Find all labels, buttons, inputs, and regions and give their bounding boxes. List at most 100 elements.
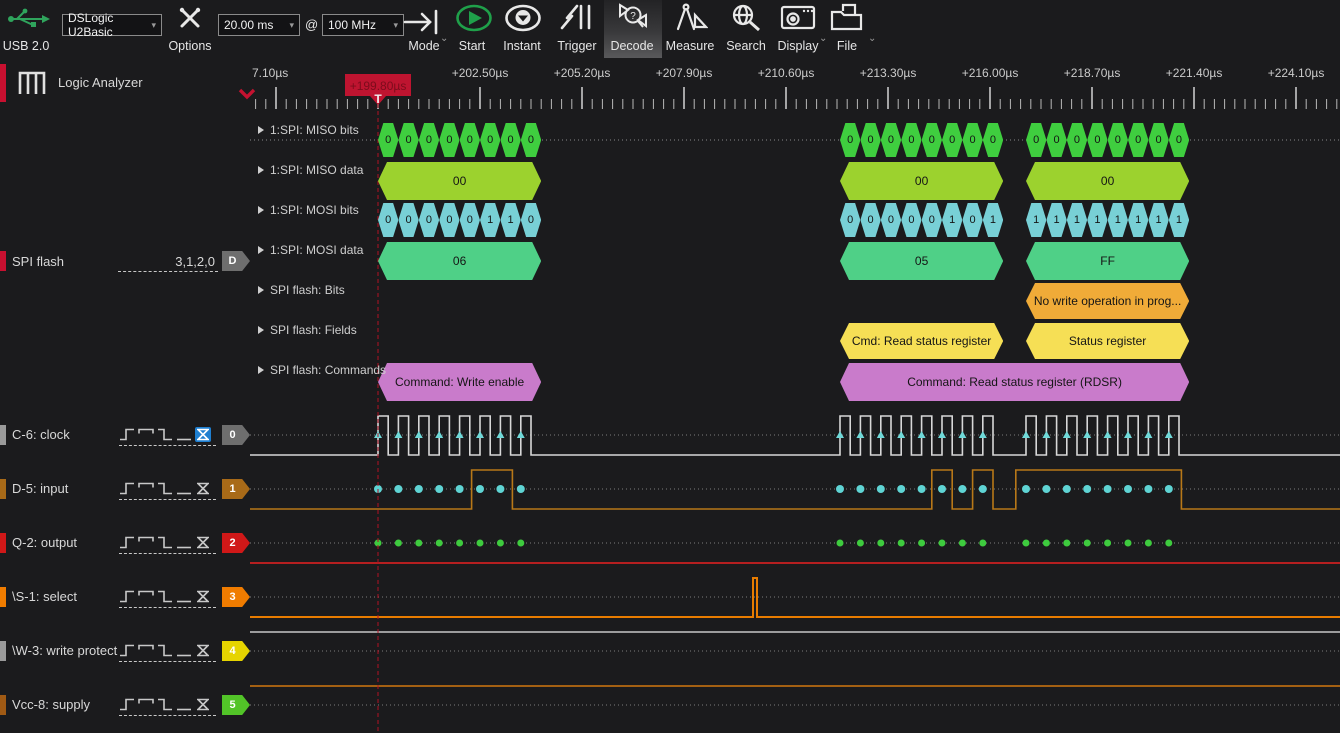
- decoder-annotation: Command: Write enable: [378, 363, 541, 401]
- channel-badge[interactable]: 5: [222, 695, 250, 715]
- trigger-fall-icon[interactable]: [157, 481, 173, 496]
- decoder-row-label[interactable]: SPI flash: Bits: [258, 283, 345, 299]
- instant-button[interactable]: Instant: [493, 0, 551, 58]
- trigger-low-icon[interactable]: [176, 643, 192, 658]
- decoder-row-label[interactable]: 1:SPI: MOSI data: [258, 243, 363, 259]
- channel-badge[interactable]: 4: [222, 641, 250, 661]
- trigger-edge-icon[interactable]: [195, 697, 211, 712]
- channel-name-label[interactable]: D-5: input: [12, 481, 68, 496]
- channel-name-label[interactable]: Q-2: output: [12, 535, 77, 550]
- decoder-bit-annotation: 0: [942, 123, 962, 157]
- decoder-annotation: 05: [840, 242, 1003, 280]
- trigger-edge-icon[interactable]: [195, 535, 211, 550]
- chevron-down-icon: ⌄: [868, 33, 876, 44]
- channel-badge[interactable]: 3: [222, 587, 250, 607]
- trigger-rise-icon[interactable]: [119, 481, 135, 496]
- expand-triangle-icon: [258, 246, 264, 254]
- trigger-rise-icon[interactable]: [119, 643, 135, 658]
- trigger-fall-icon[interactable]: [157, 697, 173, 712]
- trigger-icon: [560, 3, 594, 31]
- trigger-rise-icon[interactable]: [119, 535, 135, 550]
- trigger-high-icon[interactable]: [138, 697, 154, 712]
- trigger-rise-icon[interactable]: [119, 427, 135, 442]
- decoder-annotation: Command: Read status register (RDSR): [840, 363, 1189, 401]
- trigger-rise-icon[interactable]: [119, 589, 135, 604]
- trigger-low-icon[interactable]: [176, 535, 192, 550]
- trigger-high-icon[interactable]: [138, 643, 154, 658]
- decoder-bit-annotation: 1: [1046, 203, 1066, 237]
- decoder-bit-annotation: 0: [1108, 123, 1128, 157]
- trigger-fall-icon[interactable]: [157, 535, 173, 550]
- duration-select-value: 20.00 ms: [224, 18, 273, 32]
- trigger-mode-icons: [119, 643, 211, 658]
- measure-label: Measure: [660, 39, 720, 53]
- trigger-low-icon[interactable]: [176, 697, 192, 712]
- trigger-edge-icon[interactable]: [195, 589, 211, 604]
- decoder-row-label[interactable]: 1:SPI: MISO bits: [258, 123, 359, 139]
- decoder-annotation: FF: [1026, 242, 1189, 280]
- expand-triangle-icon: [258, 166, 264, 174]
- ruler-tick-label: +221.40µs: [1166, 66, 1223, 80]
- decoder-bit-annotation: 1: [500, 203, 520, 237]
- search-button[interactable]: Search: [717, 0, 775, 58]
- decoder-row-label[interactable]: 1:SPI: MISO data: [258, 163, 363, 179]
- decoder-bit-annotation: 1: [1128, 203, 1148, 237]
- decoder-name[interactable]: SPI flash: [12, 254, 64, 269]
- trigger-edge-icon[interactable]: [195, 643, 211, 658]
- decoder-row-label[interactable]: SPI flash: Commands: [258, 363, 386, 379]
- measure-button[interactable]: Measure: [661, 0, 719, 58]
- svg-text:?: ?: [630, 11, 636, 22]
- trigger-high-icon[interactable]: [138, 427, 154, 442]
- decoder-bit-annotation: 1: [1026, 203, 1046, 237]
- trigger-fall-icon[interactable]: [157, 427, 173, 442]
- decoder-bit-annotation: 0: [922, 123, 942, 157]
- duration-select[interactable]: 20.00 ms▾: [218, 14, 300, 36]
- file-button[interactable]: File⌄: [818, 0, 876, 58]
- channel-badge[interactable]: 0: [222, 425, 250, 445]
- trigger-edge-icon[interactable]: [195, 481, 211, 496]
- decoder-bit-annotation: 1: [480, 203, 500, 237]
- channel-name-label[interactable]: C-6: clock: [12, 427, 70, 442]
- channel-name-label[interactable]: Vcc-8: supply: [12, 697, 90, 712]
- channel-name-label[interactable]: \W-3: write protect: [12, 643, 117, 658]
- search-label: Search: [716, 39, 776, 53]
- trigger-edge-icon[interactable]: [195, 427, 211, 442]
- trigger-mode-icons: [119, 589, 211, 604]
- decoder-row-label[interactable]: SPI flash: Fields: [258, 323, 357, 339]
- trigger-mode-icons: [119, 697, 211, 712]
- channel-color-marker: [0, 695, 6, 715]
- decoder-badge[interactable]: D: [222, 251, 250, 271]
- device-select[interactable]: DSLogic U2Basic▾: [62, 14, 162, 36]
- ruler-tick-label: +218.70µs: [1064, 66, 1121, 80]
- decoder-bit-annotation: 1: [1067, 203, 1087, 237]
- samplerate-select[interactable]: 100 MHz▾: [322, 14, 404, 36]
- channel-color-marker: [0, 641, 6, 661]
- trigger-high-icon[interactable]: [138, 589, 154, 604]
- trigger-fall-icon[interactable]: [157, 643, 173, 658]
- session-panel: Logic Analyzer SPI flash 3,1,2,0 D C-6: …: [0, 58, 250, 733]
- trigger-low-icon[interactable]: [176, 589, 192, 604]
- decoder-bit-annotation: 0: [521, 203, 541, 237]
- channel-badge[interactable]: 2: [222, 533, 250, 553]
- trigger-low-icon[interactable]: [176, 427, 192, 442]
- decoder-annotation: 00: [1026, 162, 1189, 200]
- decoder-bit-annotation: 0: [439, 123, 459, 157]
- trigger-button[interactable]: Trigger: [548, 0, 606, 58]
- channel-badge[interactable]: 1: [222, 479, 250, 499]
- trigger-low-icon[interactable]: [176, 481, 192, 496]
- trigger-fall-icon[interactable]: [157, 589, 173, 604]
- decoder-bit-annotation: 0: [901, 123, 921, 157]
- decoder-row-label[interactable]: 1:SPI: MOSI bits: [258, 203, 359, 219]
- trigger-rise-icon[interactable]: [119, 697, 135, 712]
- decoder-bit-annotation: 0: [1046, 123, 1066, 157]
- decoder-annotation: 00: [378, 162, 541, 200]
- trigger-high-icon[interactable]: [138, 481, 154, 496]
- channel-name-label[interactable]: \S-1: select: [12, 589, 77, 604]
- decoder-channels: 3,1,2,0: [115, 254, 215, 269]
- options-icon[interactable]: [176, 4, 204, 32]
- decoder-bit-annotation: 0: [378, 123, 398, 157]
- trigger-high-icon[interactable]: [138, 535, 154, 550]
- trigger-flag[interactable]: +199.80µs T: [330, 68, 440, 112]
- decode-button[interactable]: ?Decode: [603, 0, 661, 58]
- decoder-annotation: 06: [378, 242, 541, 280]
